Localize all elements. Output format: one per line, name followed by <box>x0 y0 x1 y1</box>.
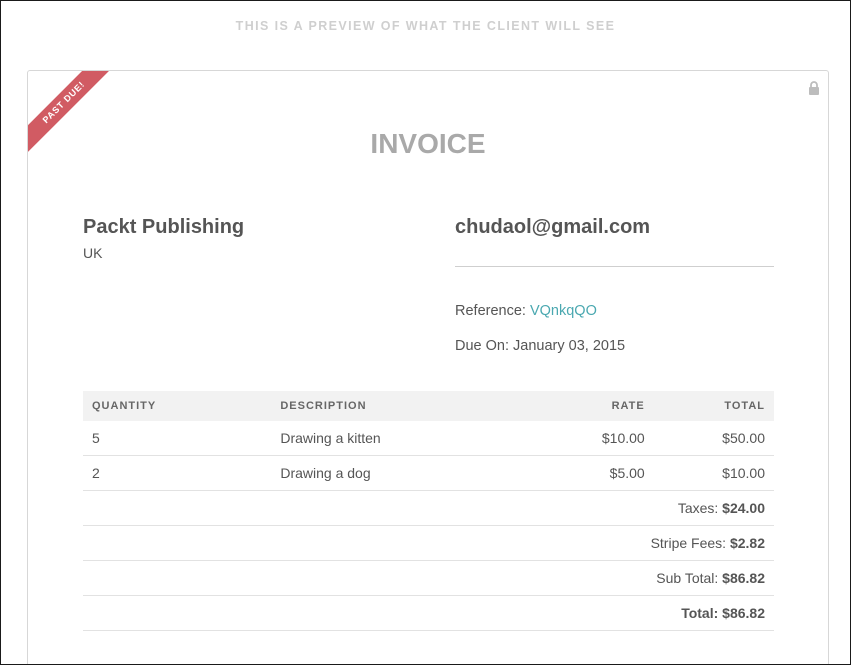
cell-quantity: 2 <box>83 455 272 491</box>
summary-label: Stripe Fees: <box>650 535 727 551</box>
cell-rate: $5.00 <box>482 455 654 491</box>
summary-value: $86.82 <box>722 605 765 621</box>
client-email: chudaol@gmail.com <box>455 216 651 238</box>
invoice-title: INVOICE <box>370 128 486 159</box>
summary-row-stripe-fees: Stripe Fees: $2.82 <box>83 525 774 561</box>
cell-description: Drawing a kitten <box>271 421 483 456</box>
summary-row-sub-total: Sub Total: $86.82 <box>83 560 774 596</box>
summary-cell: Total: $86.82 <box>83 595 774 631</box>
reference-label: Reference: <box>455 303 526 319</box>
client-divider <box>455 266 774 267</box>
summary-value: $2.82 <box>729 535 765 551</box>
cell-quantity: 5 <box>83 421 272 456</box>
header-description: DESCRIPTION <box>271 391 483 421</box>
header-total: TOTAL <box>653 391 774 421</box>
summary-cell: Stripe Fees: $2.82 <box>83 525 774 561</box>
preview-banner: THIS IS A PREVIEW OF WHAT THE CLIENT WIL… <box>235 19 616 33</box>
company-country: UK <box>83 245 103 261</box>
company-name: Packt Publishing <box>83 216 245 238</box>
cell-total: $50.00 <box>653 421 774 456</box>
summary-label: Taxes: <box>677 500 719 516</box>
summary-row-taxes: Taxes: $24.00 <box>83 490 774 526</box>
due-date: Due On: January 03, 2015 <box>455 338 626 354</box>
table-row: 5 Drawing a kitten $10.00 $50.00 <box>83 421 774 456</box>
header-quantity: QUANTITY <box>83 391 272 421</box>
reference-link[interactable]: VQnkqQO <box>530 303 597 319</box>
lock-icon <box>809 81 819 95</box>
invoice-items-table: QUANTITY DESCRIPTION RATE TOTAL 5 Drawin… <box>83 391 774 631</box>
table-header-row: QUANTITY DESCRIPTION RATE TOTAL <box>83 391 774 421</box>
summary-value: $24.00 <box>722 500 765 516</box>
reference-line: Reference: VQnkqQO <box>455 303 597 319</box>
cell-total: $10.00 <box>653 455 774 491</box>
table-row: 2 Drawing a dog $5.00 $10.00 <box>83 455 774 491</box>
cell-description: Drawing a dog <box>271 455 483 491</box>
summary-label: Total: <box>681 605 719 621</box>
summary-label: Sub Total: <box>656 570 719 586</box>
window-frame: THIS IS A PREVIEW OF WHAT THE CLIENT WIL… <box>0 0 851 665</box>
summary-cell: Taxes: $24.00 <box>83 490 774 526</box>
invoice-card: PAST DUE! INVOICE Packt Publishing UK ch… <box>27 70 829 664</box>
header-rate: RATE <box>482 391 654 421</box>
summary-value: $86.82 <box>722 570 765 586</box>
summary-cell: Sub Total: $86.82 <box>83 560 774 596</box>
past-due-ribbon-container: PAST DUE! <box>28 71 138 181</box>
cell-rate: $10.00 <box>482 421 654 456</box>
summary-row-total: Total: $86.82 <box>83 595 774 631</box>
